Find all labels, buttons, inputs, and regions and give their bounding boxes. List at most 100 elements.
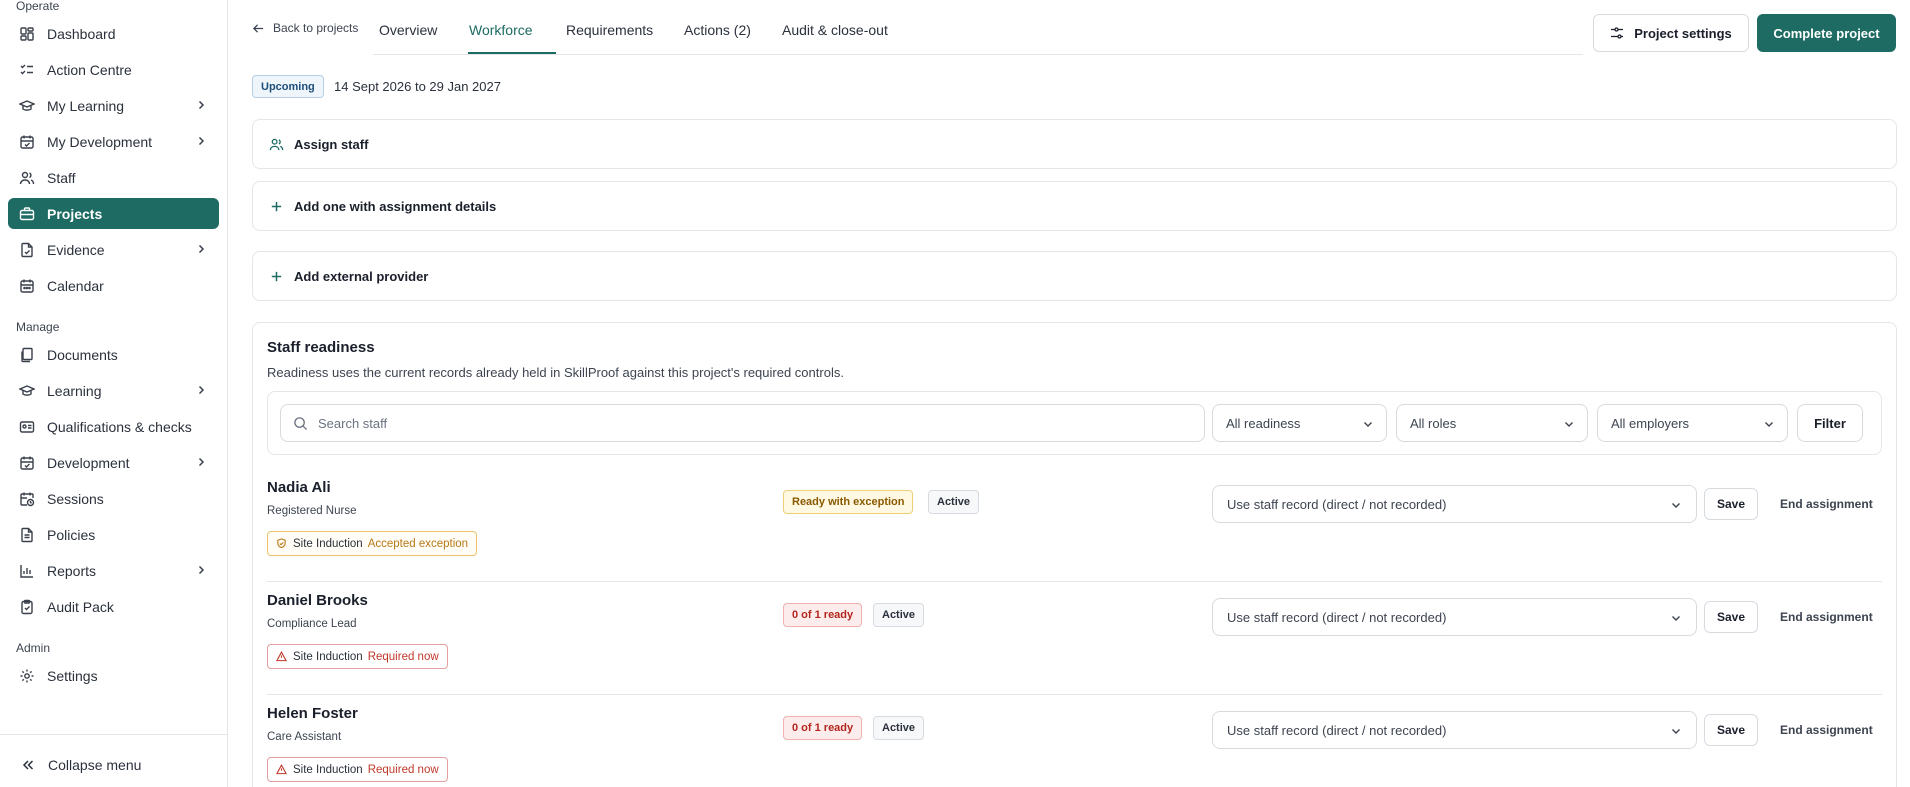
add-external-provider-button[interactable]: Add external provider [252, 251, 1897, 301]
filter-button[interactable]: Filter [1797, 404, 1863, 442]
project-settings-button[interactable]: Project settings [1593, 14, 1749, 52]
search-staff-input[interactable]: Search staff [280, 404, 1205, 442]
sidebar-item-calendar[interactable]: Calendar [8, 270, 219, 301]
tab-actions[interactable]: Actions (2) [684, 22, 751, 38]
requirement-status: Required now [367, 650, 439, 663]
save-button[interactable]: Save [1704, 488, 1758, 520]
project-date-range: 14 Sept 2026 to 29 Jan 2027 [334, 79, 501, 94]
sidebar-item-label: Evidence [47, 241, 105, 258]
readiness-filter-select[interactable]: All readiness [1212, 404, 1387, 442]
sidebar-item-audit-pack[interactable]: Audit Pack [8, 591, 219, 622]
complete-project-button[interactable]: Complete project [1757, 14, 1896, 52]
bar-chart-icon [19, 563, 35, 579]
sidebar-item-label: Reports [47, 562, 97, 579]
role-filter-select[interactable]: All roles [1396, 404, 1588, 442]
sidebar-item-learning[interactable]: Learning [8, 375, 219, 406]
sidebar-item-reports[interactable]: Reports [8, 555, 219, 586]
back-to-projects-link[interactable]: Back to projects [252, 21, 358, 35]
collapse-section: Collapse menu [0, 734, 228, 787]
sidebar-item-my-learning[interactable]: My Learning [8, 90, 219, 121]
sidebar-item-sessions[interactable]: Sessions [8, 483, 219, 514]
filter-bar: Search staff All readiness All roles All… [267, 391, 1882, 455]
staff-row: Daniel Brooks Compliance Lead Site Induc… [253, 582, 1896, 695]
add-with-assignment-button[interactable]: Add one with assignment details [252, 181, 1897, 231]
section-label-manage: Manage [16, 320, 60, 334]
readiness-pill: 0 of 1 ready [783, 603, 863, 627]
staff-readiness-panel: Staff readiness Readiness uses the curre… [252, 322, 1897, 787]
staff-name[interactable]: Daniel Brooks [267, 592, 368, 609]
list-checks-icon [19, 62, 35, 78]
chevron-right-icon [198, 385, 205, 395]
chevron-down-icon [1672, 503, 1680, 508]
readiness-pill: 0 of 1 ready [783, 716, 863, 740]
tab-audit-close-out[interactable]: Audit & close-out [782, 22, 888, 38]
sidebar-item-policies[interactable]: Policies [8, 519, 219, 550]
plus-icon [271, 271, 282, 281]
staff-record-select[interactable]: Use staff record (direct / not recorded) [1212, 598, 1697, 636]
end-assignment-button[interactable]: End assignment [1780, 610, 1873, 624]
staff-readiness-subtitle: Readiness uses the current records alrea… [267, 365, 844, 380]
collapse-menu-button[interactable]: Collapse menu [20, 757, 141, 773]
requirement-status: Required now [367, 763, 439, 776]
sidebar-item-settings[interactable]: Settings [8, 660, 219, 691]
staff-role: Registered Nurse [267, 505, 357, 517]
sidebar-item-label: Action Centre [47, 61, 132, 78]
save-button[interactable]: Save [1704, 714, 1758, 746]
clipboard-icon [19, 599, 35, 615]
state-pill: Active [873, 716, 925, 740]
sidebar-item-label: Audit Pack [47, 598, 114, 615]
dashboard-icon [19, 26, 35, 42]
project-settings-label: Project settings [1634, 25, 1732, 41]
sidebar-item-label: Settings [47, 667, 98, 684]
add-external-provider-label: Add external provider [294, 268, 429, 284]
tab-overview[interactable]: Overview [379, 22, 437, 38]
staff-record-value: Use staff record (direct / not recorded) [1227, 609, 1447, 625]
state-pill: Active [928, 490, 980, 514]
save-button[interactable]: Save [1704, 601, 1758, 633]
chevron-right-icon [198, 100, 205, 110]
arrow-left-icon [252, 23, 264, 33]
sidebar-item-staff[interactable]: Staff [8, 162, 219, 193]
users-icon [19, 170, 35, 186]
staff-role: Compliance Lead [267, 618, 357, 630]
assign-staff-button[interactable]: Assign staff [252, 119, 1897, 169]
readiness-pill: Ready with exception [783, 490, 914, 514]
sidebar-item-my-development[interactable]: My Development [8, 126, 219, 157]
tab-workforce[interactable]: Workforce [469, 22, 533, 38]
sidebar-item-label: Projects [47, 205, 103, 222]
sidebar-item-label: Staff [47, 169, 76, 186]
sidebar-item-evidence[interactable]: Evidence [8, 234, 219, 265]
warning-triangle-icon [276, 764, 287, 775]
tab-requirements[interactable]: Requirements [566, 22, 653, 38]
staff-name[interactable]: Helen Foster [267, 705, 358, 722]
collapse-menu-label: Collapse menu [48, 757, 142, 773]
staff-record-select[interactable]: Use staff record (direct / not recorded) [1212, 485, 1697, 523]
shield-check-icon [277, 538, 286, 549]
end-assignment-button[interactable]: End assignment [1780, 497, 1873, 511]
sidebar-item-dashboard[interactable]: Dashboard [8, 18, 219, 49]
end-assignment-button[interactable]: End assignment [1780, 723, 1873, 737]
section-label-admin: Admin [16, 641, 51, 655]
tab-bar: Overview Workforce Requirements Actions … [373, 0, 1583, 55]
sidebar-item-label: My Learning [47, 97, 125, 114]
sidebar-item-label: Learning [47, 382, 102, 399]
staff-role: Care Assistant [267, 731, 342, 743]
search-icon [294, 416, 308, 430]
sidebar-item-documents[interactable]: Documents [8, 339, 219, 370]
sidebar: Operate Dashboard Action Centre My Learn… [0, 0, 228, 787]
staff-record-value: Use staff record (direct / not recorded) [1227, 496, 1447, 512]
status-badge: Upcoming [252, 75, 324, 98]
chevron-down-icon [1672, 616, 1680, 621]
sidebar-item-action-centre[interactable]: Action Centre [8, 54, 219, 85]
staff-name[interactable]: Nadia Ali [267, 479, 331, 496]
sidebar-item-qualifications[interactable]: Qualifications & checks [8, 411, 219, 442]
sidebar-item-development[interactable]: Development [8, 447, 219, 478]
sidebar-item-projects[interactable]: Projects [8, 198, 219, 229]
graduation-cap-icon [19, 98, 35, 114]
employer-filter-select[interactable]: All employers [1597, 404, 1788, 442]
file-check-icon [19, 242, 35, 258]
staff-record-select[interactable]: Use staff record (direct / not recorded) [1212, 711, 1697, 749]
staff-row: Nadia Ali Registered Nurse Site Inductio… [253, 469, 1896, 582]
role-filter-value: All roles [1410, 415, 1457, 431]
staff-record-value: Use staff record (direct / not recorded) [1227, 722, 1447, 738]
